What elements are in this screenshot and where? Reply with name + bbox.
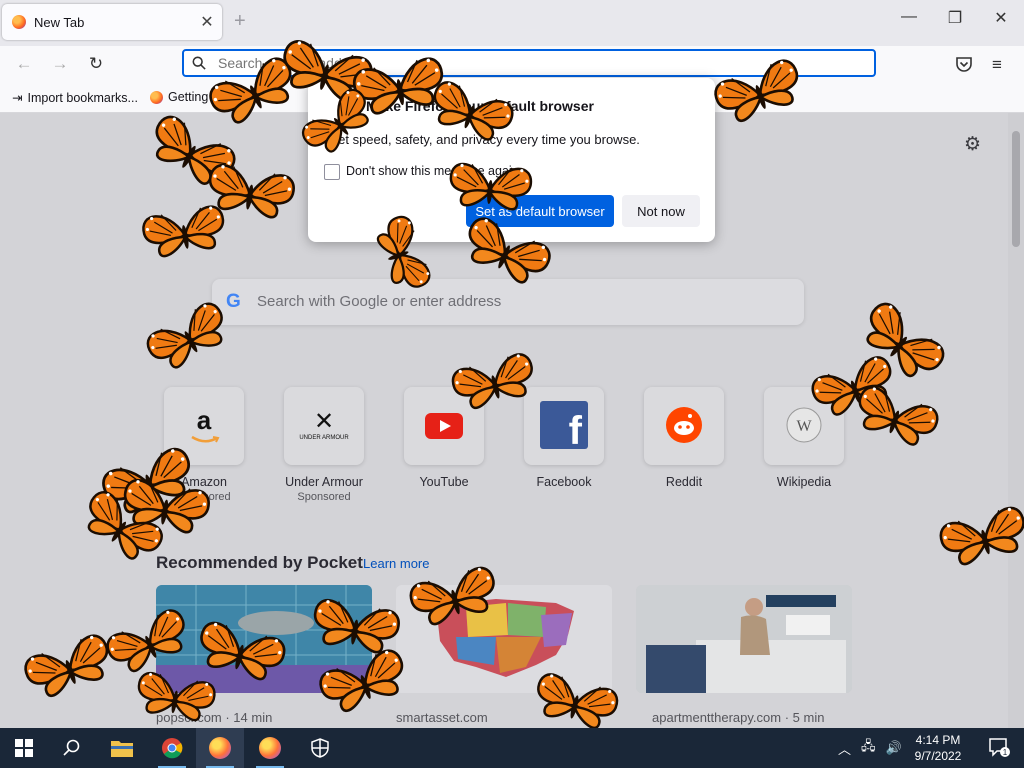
windows-logo-icon	[15, 739, 33, 757]
top-site-reddit[interactable]: Reddit	[624, 387, 744, 489]
tile-label: Facebook	[536, 475, 592, 489]
pocket-learn-more-link[interactable]: Learn more	[363, 556, 429, 571]
shield-icon	[311, 738, 329, 758]
top-site-amazon[interactable]: a Amazon Sponsored	[144, 387, 264, 503]
page-scrollbar[interactable]	[1008, 113, 1024, 729]
firefox-tab-icon	[12, 15, 26, 29]
chrome-icon	[162, 738, 183, 759]
search-placeholder: Search with Google or enter address	[257, 293, 502, 310]
bookmark-import[interactable]: ⇥ Import bookmarks...	[12, 90, 138, 106]
dialog-message: Get speed, safety, and privacy every tim…	[328, 132, 640, 147]
newtab-search-box[interactable]: G Search with Google or enter address	[212, 279, 804, 325]
clock-date: 9/7/2022	[914, 749, 962, 763]
action-center-button[interactable]: 1	[976, 728, 1024, 768]
folder-icon	[111, 741, 133, 757]
firefox-taskbar-button[interactable]	[196, 728, 244, 768]
pocket-card-image[interactable]	[636, 585, 852, 693]
bookmark-label: Getting Started	[168, 90, 253, 104]
wikipedia-logo: W	[764, 387, 844, 465]
tile-label: Wikipedia	[776, 475, 832, 489]
default-browser-dialog: Make Firefox your default browser Get sp…	[308, 78, 715, 242]
url-bar[interactable]	[182, 49, 876, 77]
google-icon: G	[226, 291, 241, 312]
firefox-taskbar-button-2[interactable]	[246, 728, 294, 768]
top-site-under-armour[interactable]: ✕ UNDER ARMOUR Under Armour Sponsored	[264, 387, 384, 503]
bedroom-image	[636, 585, 852, 693]
youtube-logo	[404, 387, 484, 465]
chrome-button[interactable]	[148, 728, 196, 768]
tab-title: New Tab	[34, 14, 85, 30]
clock-time: 4:14 PM	[915, 733, 961, 747]
forward-button[interactable]: →	[48, 54, 72, 74]
us-map-image	[396, 585, 612, 693]
pocket-card-image[interactable]	[396, 585, 612, 693]
tile-sponsored: Sponsored	[177, 491, 231, 503]
notification-count: 1	[1003, 748, 1008, 757]
facebook-logo: f	[524, 387, 604, 465]
top-site-youtube[interactable]: YouTube	[384, 387, 504, 489]
windows-start-button[interactable]	[0, 728, 48, 768]
title-bar: New Tab ✕ + — ❐ ✕	[0, 0, 1024, 46]
url-input[interactable]	[216, 54, 840, 72]
reddit-logo	[644, 387, 724, 465]
search-icon	[63, 739, 80, 756]
firefox-icon	[259, 737, 281, 759]
tile-label: YouTube	[419, 475, 469, 489]
tab-close-icon[interactable]: ✕	[196, 12, 218, 32]
maximize-button[interactable]: ❐	[932, 8, 978, 28]
firefox-icon	[150, 90, 163, 104]
import-icon: ⇥	[12, 91, 23, 105]
svg-text:W: W	[796, 418, 812, 435]
top-site-facebook[interactable]: f Facebook	[504, 387, 624, 489]
dialog-title: Make Firefox your default browser	[366, 98, 594, 114]
back-button[interactable]: ←	[12, 54, 36, 74]
bookmark-getting-started[interactable]: Getting Started	[150, 90, 252, 104]
pocket-card-image[interactable]	[156, 585, 372, 693]
bookmark-label: Import bookmarks...	[27, 90, 138, 105]
network-icon[interactable]: 🖧	[861, 737, 876, 759]
pocket-card-source: popsci.com · 14 min	[156, 710, 273, 725]
volume-icon[interactable]: 🔊	[886, 740, 902, 756]
tile-label: Amazon	[181, 475, 227, 489]
search-icon	[192, 56, 206, 70]
gear-icon[interactable]: ⚙	[964, 133, 981, 156]
close-window-button[interactable]: ✕	[978, 8, 1024, 28]
not-now-button[interactable]: Not now	[622, 195, 700, 227]
notification-icon: 1	[989, 738, 1010, 757]
dont-show-checkbox[interactable]	[324, 164, 340, 180]
windows-taskbar: ︿ 🖧 🔊 4:14 PM 9/7/2022 1	[0, 728, 1024, 768]
dont-show-label[interactable]: Don't show this message again	[346, 164, 519, 178]
system-tray: ︿ 🖧 🔊	[838, 728, 902, 768]
reload-button[interactable]: ↻	[84, 54, 108, 74]
tile-label: Under Armour	[285, 475, 363, 489]
hamburger-menu-icon[interactable]: ≡	[992, 55, 1002, 75]
pocket-heading: Recommended by Pocket	[156, 553, 363, 572]
scrollbar-thumb[interactable]	[1012, 131, 1020, 247]
windows-security-button[interactable]	[296, 728, 344, 768]
tile-label: Reddit	[665, 475, 703, 489]
new-tab-button[interactable]: +	[234, 10, 246, 33]
pocket-card-source: apartmenttherapy.com · 5 min	[652, 710, 825, 725]
file-explorer-button[interactable]	[98, 728, 146, 768]
under-armour-logo: ✕ UNDER ARMOUR	[284, 387, 364, 465]
pool-image	[156, 585, 372, 693]
top-site-wikipedia[interactable]: W Wikipedia	[744, 387, 864, 489]
minimize-button[interactable]: —	[886, 8, 932, 26]
amazon-logo: a	[164, 387, 244, 465]
taskbar-search-button[interactable]	[48, 728, 96, 768]
taskbar-clock[interactable]: 4:14 PM 9/7/2022	[905, 732, 971, 764]
chevron-up-icon[interactable]: ︿	[838, 739, 851, 758]
set-default-browser-button[interactable]: Set as default browser	[466, 195, 614, 227]
tile-sponsored: Sponsored	[297, 491, 351, 503]
firefox-icon	[209, 737, 231, 759]
pocket-card-source: smartasset.com	[396, 710, 488, 725]
pocket-icon[interactable]	[955, 56, 973, 72]
tab-new-tab[interactable]: New Tab ✕	[2, 4, 222, 40]
